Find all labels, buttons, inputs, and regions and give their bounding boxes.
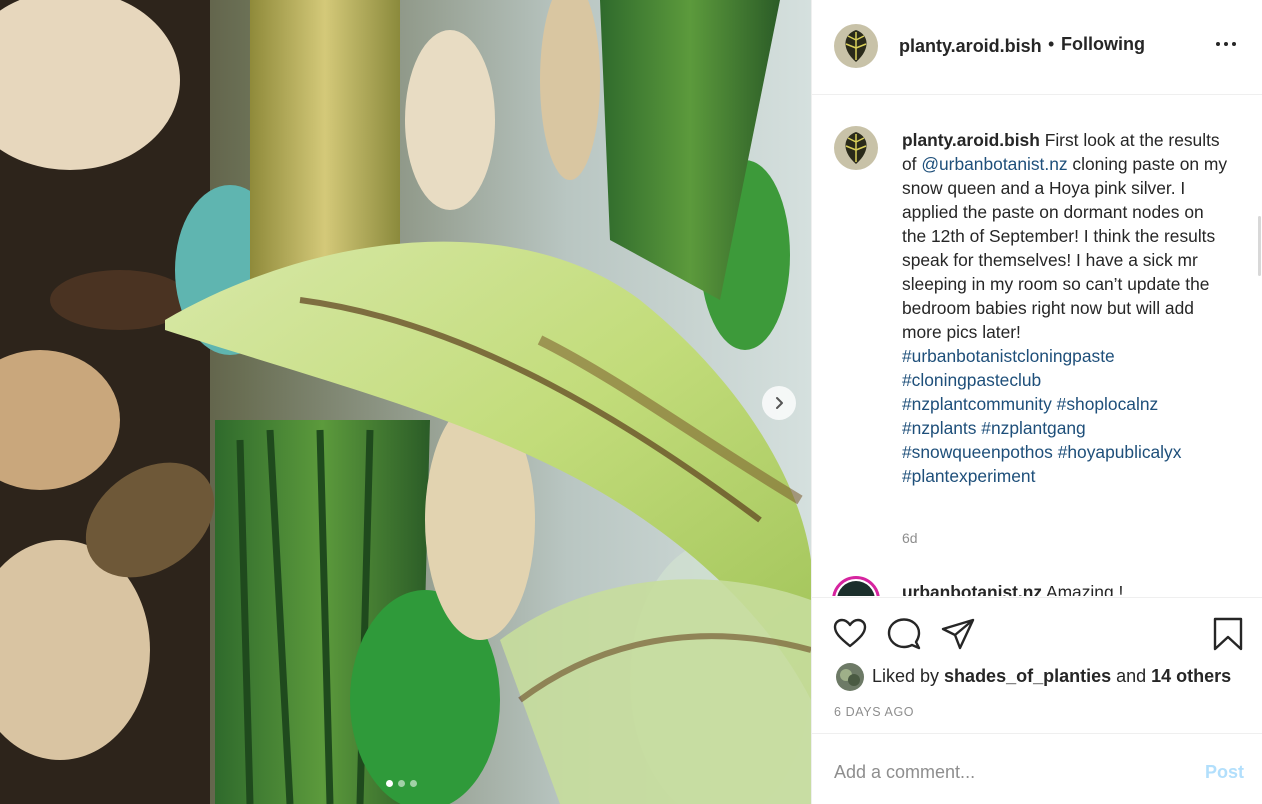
- likes-middle: and: [1111, 666, 1152, 686]
- hashtag-link[interactable]: #plantexperiment: [902, 466, 1035, 486]
- share-button[interactable]: [940, 616, 976, 652]
- comments-scrollbar[interactable]: [1258, 216, 1261, 276]
- chevron-right-icon: [776, 397, 783, 409]
- next-slide-button[interactable]: [762, 386, 796, 420]
- commenter-avatar[interactable]: [832, 576, 880, 596]
- likes-summary: Liked by shades_of_planties and 14 other…: [872, 666, 1231, 687]
- post-media[interactable]: [0, 0, 811, 804]
- caption-username-link[interactable]: planty.aroid.bish: [902, 130, 1040, 150]
- liker-username-link[interactable]: shades_of_planties: [944, 666, 1111, 686]
- add-comment-bar: Post: [812, 733, 1262, 804]
- post-caption: planty.aroid.bish First look at the resu…: [902, 128, 1232, 488]
- more-horizontal-icon[interactable]: [1216, 42, 1236, 46]
- like-button[interactable]: [832, 616, 868, 652]
- comments-section[interactable]: planty.aroid.bish First look at the resu…: [812, 96, 1262, 596]
- comment-body: Amazing !: [1042, 582, 1124, 596]
- hashtag-link[interactable]: #hoyapublicalyx: [1058, 442, 1182, 462]
- comment-text: urbanbotanist.nz Amazing !: [902, 582, 1123, 596]
- hashtag-link[interactable]: #nzplants: [902, 418, 976, 438]
- hashtag-link[interactable]: #snowqueenpothos: [902, 442, 1053, 462]
- author-username-link[interactable]: planty.aroid.bish: [899, 36, 1042, 57]
- likes-others-link[interactable]: 14 others: [1151, 666, 1231, 686]
- comment-icon: [887, 618, 921, 650]
- author-avatar[interactable]: [834, 24, 878, 68]
- save-button[interactable]: [1210, 616, 1246, 652]
- post-actions: Liked by shades_of_planties and 14 other…: [812, 597, 1262, 733]
- carousel-dot: [410, 780, 417, 787]
- hashtag-link[interactable]: #cloningpasteclub: [902, 370, 1041, 390]
- hashtag-link[interactable]: #nzplantgang: [981, 418, 1085, 438]
- share-icon: [941, 618, 975, 650]
- plant-avatar-image: [836, 663, 864, 691]
- caption-author-avatar[interactable]: [834, 126, 878, 170]
- carousel-dots: [386, 780, 417, 787]
- leaf-avatar-image: [834, 126, 878, 170]
- post-comment-button[interactable]: Post: [1205, 762, 1244, 783]
- hashtag-link[interactable]: #urbanbotanistcloningpaste: [902, 346, 1115, 366]
- bookmark-icon: [1213, 617, 1243, 651]
- comment-button[interactable]: [886, 616, 922, 652]
- commenter-username-link[interactable]: urbanbotanist.nz: [902, 582, 1042, 596]
- caption-mention-link[interactable]: @urbanbotanist.nz: [921, 154, 1067, 174]
- carousel-dot-active: [386, 780, 393, 787]
- hashtag-link[interactable]: #nzplantcommunity: [902, 394, 1052, 414]
- hashtag-link[interactable]: #shoplocalnz: [1057, 394, 1159, 414]
- following-button[interactable]: Following: [1061, 34, 1145, 55]
- liker-avatar[interactable]: [836, 663, 864, 691]
- post-photo: [0, 0, 811, 804]
- add-comment-input[interactable]: [834, 758, 1174, 786]
- post-date[interactable]: 6 DAYS AGO: [834, 705, 914, 719]
- post-side-panel: planty.aroid.bish • Following planty.aro…: [811, 0, 1262, 804]
- post-header: planty.aroid.bish • Following: [812, 0, 1262, 95]
- likes-prefix: Liked by: [872, 666, 945, 686]
- leaf-avatar-image: [834, 24, 878, 68]
- header-separator: •: [1048, 34, 1055, 54]
- carousel-dot: [398, 780, 405, 787]
- caption-age[interactable]: 6d: [902, 530, 918, 546]
- heart-icon: [833, 618, 867, 648]
- caption-text-part2: cloning paste on my snow queen and a Hoy…: [902, 154, 1228, 342]
